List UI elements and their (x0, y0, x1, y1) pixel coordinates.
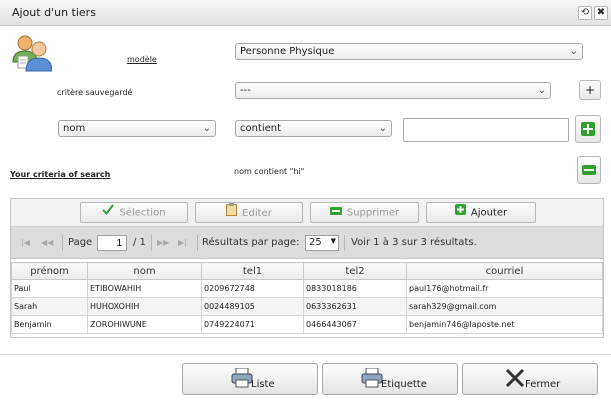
operator-value: contient (240, 123, 282, 134)
field-value: nom (63, 123, 86, 134)
pager-divider (62, 235, 63, 251)
pager: |◀ ◀◀ Page / 1 ▶▶ ▶| Résultats par page:… (11, 227, 603, 259)
cell-tel2: 0833018186 (303, 279, 407, 298)
printer-icon (361, 367, 383, 391)
column-header-nom[interactable]: nom (87, 262, 202, 280)
criteria-summary: nom contient "hi" (234, 167, 305, 176)
column-header-tel1[interactable]: tel1 (201, 262, 304, 280)
close-icon (505, 368, 525, 391)
table-row[interactable]: Sarah HUHOXOHIH 0024489105 0633362631 sa… (11, 297, 603, 316)
modele-select[interactable]: Personne Physique ⌄ (235, 43, 583, 60)
window-title: Ajout d'un tiers (12, 6, 96, 19)
chevron-down-icon: ⌄ (378, 123, 387, 134)
modele-value: Personne Physique (240, 46, 335, 57)
printer-icon (231, 367, 253, 391)
last-page-icon[interactable]: ▶| (178, 238, 187, 247)
cell-tel2: 0466443067 (303, 315, 407, 334)
liste-button[interactable]: Liste (182, 363, 318, 395)
operator-select[interactable]: contient ⌄ (235, 120, 392, 137)
restore-icon[interactable]: ⟲ (578, 6, 592, 20)
results-table: prénom nom tel1 tel2 courriel Paul ETIBO… (11, 262, 603, 334)
critere-value: --- (240, 85, 251, 96)
chevron-down-icon: ⌄ (569, 46, 578, 57)
results-summary: Voir 1 à 3 sur 3 résultats. (351, 237, 477, 248)
cell-tel2: 0633362631 (303, 297, 407, 316)
table-header-row: prénom nom tel1 tel2 courriel (11, 262, 603, 280)
chevron-down-icon: ⌄ (537, 85, 546, 96)
cell-nom: ETIBOWAHIH (87, 279, 202, 298)
etiquette-button[interactable]: Etiquette (322, 363, 458, 395)
per-page-select[interactable]: 25 ▼ (305, 235, 339, 251)
add-criteria-button[interactable]: + (579, 80, 601, 100)
cell-courriel: sarah329@gmail.com (406, 297, 603, 316)
cell-tel1: 0024489105 (201, 297, 304, 316)
table-row[interactable]: Benjamin ZOROHIWUNE 0749224071 046644306… (11, 315, 603, 334)
window-titlebar: Ajout d'un tiers ⟲ ✖ (0, 0, 611, 26)
cell-tel1: 0749224071 (201, 315, 304, 334)
fermer-button[interactable]: Fermer (462, 363, 598, 395)
close-icon[interactable]: ✖ (594, 6, 608, 20)
cell-prenom: Benjamin (11, 315, 88, 334)
edit-button[interactable]: Editer (195, 202, 303, 223)
page-label: Page (68, 237, 93, 248)
cell-courriel: benjamin746@laposte.net (406, 315, 603, 334)
results-panel: Sélection Editer Supprimer Ajouter |◀ ◀◀… (10, 198, 604, 338)
minus-icon (582, 165, 596, 175)
next-page-icon[interactable]: ▶▶ (157, 238, 169, 247)
cell-courriel: paul176@hotmail.fr (406, 279, 603, 298)
users-icon (12, 34, 53, 72)
prev-page-icon[interactable]: ◀◀ (41, 238, 53, 247)
cell-tel1: 0209672748 (201, 279, 304, 298)
critere-select[interactable]: --- ⌄ (235, 82, 551, 99)
selection-button[interactable]: Sélection (80, 202, 188, 223)
critere-label: critère sauvegardé (57, 88, 133, 97)
grid-toolbar: Sélection Editer Supprimer Ajouter (11, 199, 603, 227)
plus-icon (581, 122, 595, 136)
pager-divider (344, 235, 345, 251)
remove-filter-button[interactable] (577, 156, 601, 184)
criteria-link[interactable]: Your criteria of search (10, 170, 110, 179)
pager-divider (197, 235, 198, 251)
page-total: / 1 (133, 237, 146, 248)
dropdown-icon: ▼ (330, 237, 336, 245)
cell-nom: HUHOXOHIH (87, 297, 202, 316)
modele-label: modèle (127, 55, 157, 64)
first-page-icon[interactable]: |◀ (21, 238, 30, 247)
column-header-courriel[interactable]: courriel (406, 262, 603, 280)
cell-prenom: Paul (11, 279, 88, 298)
table-row[interactable]: Paul ETIBOWAHIH 0209672748 0833018186 pa… (11, 279, 603, 298)
results-per-page-label: Résultats par page: (202, 237, 300, 248)
page-input[interactable] (97, 235, 127, 251)
search-value-input[interactable] (403, 118, 569, 142)
minus-icon (329, 203, 342, 222)
cell-nom: ZOROHIWUNE (87, 315, 202, 334)
field-select[interactable]: nom ⌄ (58, 120, 216, 137)
check-icon (102, 203, 115, 222)
cell-prenom: Sarah (11, 297, 88, 316)
clipboard-icon (226, 203, 238, 223)
add-button[interactable]: Ajouter (426, 202, 536, 223)
footer-divider (0, 354, 611, 355)
chevron-down-icon: ⌄ (202, 123, 211, 134)
plus-icon (454, 203, 466, 222)
column-header-tel2[interactable]: tel2 (303, 262, 407, 280)
column-header-prenom[interactable]: prénom (11, 262, 88, 280)
add-filter-button[interactable] (575, 115, 601, 143)
pager-divider (151, 235, 152, 251)
delete-button[interactable]: Supprimer (310, 202, 419, 223)
